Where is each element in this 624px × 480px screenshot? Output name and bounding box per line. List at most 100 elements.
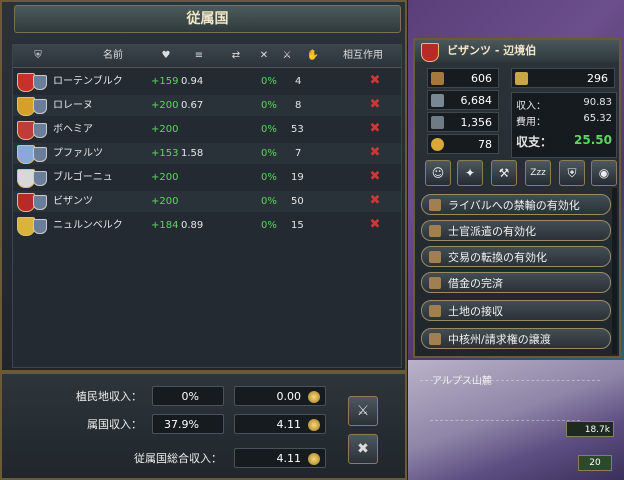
vassal-pct-box: 37.9% — [152, 414, 224, 434]
interaction-icon[interactable]: ✖ — [368, 74, 382, 88]
balance-value: 25.50 — [574, 133, 612, 147]
shield-icon[interactable]: ⛨ — [559, 160, 585, 186]
trade-header-icon[interactable]: ⇄ — [225, 45, 247, 67]
action-divert-trade[interactable]: 交易の転換の有効化 — [421, 246, 611, 267]
count-value: 50 — [291, 196, 304, 207]
vassal-income-label: 属国収入： — [87, 418, 142, 431]
table-row[interactable]: ローテンブルク +159 0.94 0% 4 ✖ — [13, 71, 401, 92]
fleet-counter[interactable]: 20 — [578, 455, 612, 471]
stat-forcelimit: 1,356 — [427, 112, 499, 132]
stat-value: 1,356 — [460, 116, 493, 129]
liberty-value: 0% — [261, 196, 277, 207]
subjects-table: ⛨ 名前 ♥ ≡ ⇄ ✕ ⚔ ✋ 相互作用 ローテンブルク +159 0.94 … — [12, 44, 402, 368]
ducat-icon — [308, 391, 320, 403]
stat-manpower: 6,684 — [427, 90, 499, 110]
country-name[interactable]: ローテンブルク — [53, 71, 123, 92]
ducat-icon — [308, 419, 320, 431]
cancel-subjugation-button[interactable]: ✖ — [348, 434, 378, 464]
trade-icon — [429, 251, 441, 263]
count-value: 4 — [295, 76, 302, 87]
interaction-icon[interactable]: ✖ — [368, 218, 382, 232]
action-embargo-rivals[interactable]: ライバルへの禁輸の有効化 — [421, 194, 611, 215]
stat-value: 6,684 — [460, 94, 493, 107]
diplomacy-icon[interactable]: ☺ — [425, 160, 451, 186]
count-value: 8 — [295, 100, 302, 111]
development-icon — [431, 72, 444, 85]
income-value: 90.83 — [583, 97, 612, 108]
count-value: 19 — [291, 172, 304, 183]
interaction-icon[interactable]: ✖ — [368, 194, 382, 208]
overlord-shield-icon — [33, 99, 47, 114]
swords-header-icon[interactable]: ⚔ — [279, 45, 295, 67]
table-row[interactable]: ボヘミア +200 0% 53 ✖ — [13, 119, 401, 140]
country-name[interactable]: ブルゴーニュ — [53, 167, 113, 188]
subject-detail-panel: ビザンツ - 辺境伯 606 6,684 1,356 78 296 収入： 90… — [413, 38, 621, 358]
count-value: 7 — [295, 148, 302, 159]
table-row[interactable]: ニュルンベルク +184 0.89 0% 15 ✖ — [13, 215, 401, 236]
action-transfer-cores[interactable]: 中核州/請求権の譲渡 — [421, 328, 611, 349]
opinion-value: +200 — [151, 100, 179, 111]
action-send-officers[interactable]: 士官派遣の有効化 — [421, 220, 611, 241]
actions-scrollbar[interactable] — [612, 188, 617, 354]
opinion-value: +159 — [151, 76, 179, 87]
balance-label: 収支： — [516, 135, 553, 149]
action-label: ライバルへの禁輸の有効化 — [448, 199, 580, 212]
opinion-value: +200 — [151, 196, 179, 207]
ratio-value: 0.94 — [181, 76, 204, 87]
manpower-icon — [431, 94, 444, 107]
embargo-icon — [429, 199, 441, 211]
table-row[interactable]: ロレーヌ +200 0.67 0% 8 ✖ — [13, 95, 401, 116]
expense-value: 65.32 — [583, 113, 612, 124]
country-name[interactable]: ボヘミア — [53, 119, 93, 140]
action-label: 土地の接収 — [448, 305, 503, 318]
action-label: 中核州/請求権の譲渡 — [448, 333, 551, 346]
action-seize-land[interactable]: 土地の接収 — [421, 300, 611, 321]
hand-header-icon[interactable]: ✋ — [305, 45, 321, 67]
interaction-icon[interactable]: ✖ — [368, 122, 382, 136]
puzzle-icon[interactable]: ✦ — [457, 160, 483, 186]
country-name[interactable]: プファルツ — [53, 143, 103, 164]
map-border-line — [430, 420, 580, 421]
heart-header-icon[interactable]: ♥ — [158, 45, 174, 67]
swords-button[interactable]: ⚔ — [348, 396, 378, 426]
ratio-value: 0.89 — [181, 220, 204, 231]
liberty-value: 0% — [261, 100, 277, 111]
header-interaction[interactable]: 相互作用 — [331, 45, 395, 67]
stat-value: 78 — [478, 138, 492, 151]
subjects-panel: 従属国 ⛨ 名前 ♥ ≡ ⇄ ✕ ⚔ ✋ 相互作用 ローテンブルク +159 0… — [0, 0, 407, 372]
eye-icon[interactable]: ◉ — [591, 160, 617, 186]
country-name[interactable]: ロレーヌ — [53, 95, 93, 116]
country-name[interactable]: ビザンツ — [53, 191, 93, 212]
overlord-shield-icon — [33, 171, 47, 186]
shield-header-icon[interactable]: ⛨ — [31, 45, 45, 67]
action-pay-debt[interactable]: 借金の完済 — [421, 272, 611, 293]
table-row[interactable]: ブルゴーニュ +200 0% 19 ✖ — [13, 167, 401, 188]
liberty-header-icon[interactable]: ✕ — [253, 45, 275, 67]
header-name[interactable]: 名前 — [83, 45, 143, 67]
table-row[interactable]: ビザンツ +200 0% 50 ✖ — [13, 191, 401, 212]
stat-development: 606 — [427, 68, 499, 88]
interaction-icon[interactable]: ✖ — [368, 170, 382, 184]
vassal-value: 4.11 — [276, 418, 302, 431]
officer-icon — [429, 225, 441, 237]
interaction-icon[interactable]: ✖ — [368, 98, 382, 112]
country-name[interactable]: ニュルンベルク — [53, 215, 123, 236]
action-label: 借金の完済 — [448, 277, 503, 290]
stat-value: 606 — [471, 72, 492, 85]
treasury-icon — [515, 72, 528, 85]
hammer-icon[interactable]: ⚒ — [491, 160, 517, 186]
expense-label: 費用： — [516, 117, 546, 128]
table-row[interactable]: プファルツ +153 1.58 0% 7 ✖ — [13, 143, 401, 164]
liberty-value: 0% — [261, 124, 277, 135]
total-value-box: 4.11 — [234, 448, 326, 468]
liberty-value: 0% — [261, 148, 277, 159]
table-header: ⛨ 名前 ♥ ≡ ⇄ ✕ ⚔ ✋ 相互作用 — [13, 45, 401, 68]
vassal-pct: 37.9% — [164, 418, 199, 431]
sleep-icon[interactable]: Zzz — [525, 160, 551, 186]
interaction-icon[interactable]: ✖ — [368, 146, 382, 160]
vassal-value-box: 4.11 — [234, 414, 326, 434]
ratio-header-icon[interactable]: ≡ — [188, 45, 210, 67]
stat-prestige: 78 — [427, 134, 499, 154]
army-counter[interactable]: 18.7k — [566, 421, 614, 437]
claim-icon — [429, 333, 441, 345]
